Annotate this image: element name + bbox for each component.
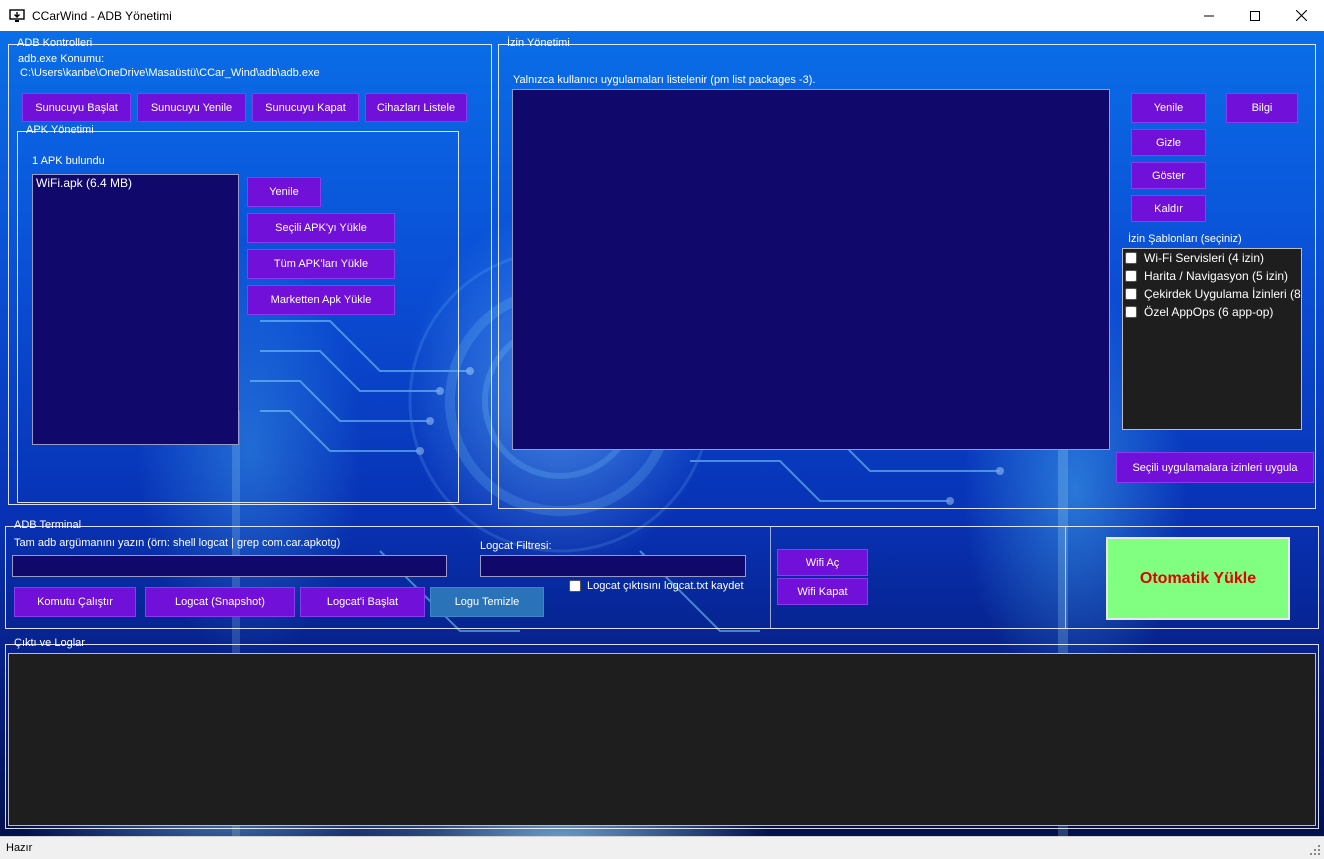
apk-list-item[interactable]: WiFi.apk (6.4 MB) [33, 175, 238, 191]
logcat-filter-input[interactable] [480, 555, 746, 577]
terminal-arg-label: Tam adb argümanını yazın (örn: shell log… [14, 537, 341, 549]
permission-templates-label: İzin Şablonları (seçiniz) [1128, 233, 1242, 245]
app-icon [9, 8, 25, 22]
title-bar: CCarWind - ADB Yönetimi [0, 0, 1324, 31]
logcat-filter-label: Logcat Filtresi: [480, 540, 552, 552]
app-package-list[interactable] [512, 89, 1110, 450]
template-checkbox[interactable] [1125, 306, 1137, 318]
permission-info-text: Yalnızca kullanıcı uygulamaları listelen… [513, 74, 816, 86]
stop-server-button[interactable]: Sunucuyu Kapat [252, 93, 359, 122]
template-checkbox[interactable] [1125, 288, 1137, 300]
apk-management-legend: APK Yönetimi [26, 124, 94, 136]
maximize-button[interactable] [1232, 0, 1278, 31]
wifi-on-button[interactable]: Wifi Aç [777, 549, 868, 576]
maximize-icon [1250, 10, 1260, 21]
status-text: Hazır [6, 842, 33, 854]
window-title: CCarWind - ADB Yönetimi [32, 8, 172, 23]
wifi-off-button[interactable]: Wifi Kapat [777, 578, 868, 605]
save-logcat-label: Logcat çıktısını logcat.txt kaydet [587, 580, 744, 592]
permission-management-legend: İzin Yönetimi [507, 37, 570, 49]
template-item[interactable]: Wi-Fi Servisleri (4 izin) [1123, 249, 1301, 267]
client-area: ADB Kontrolleri adb.exe Konumu: C:\Users… [0, 31, 1324, 836]
minimize-button[interactable] [1186, 0, 1232, 31]
start-server-button[interactable]: Sunucuyu Başlat [22, 93, 131, 122]
remove-app-button[interactable]: Kaldır [1131, 195, 1206, 222]
template-item[interactable]: Özel AppOps (6 app-op) [1123, 303, 1301, 321]
terminal-legend: ADB Terminal [14, 519, 82, 531]
list-devices-button[interactable]: Cihazları Listele [365, 93, 467, 122]
adb-location-value: C:\Users\kanbe\OneDrive\Masaüstü\CCar_Wi… [20, 67, 320, 79]
permission-templates-list[interactable]: Wi-Fi Servisleri (4 izin) Harita / Navig… [1122, 248, 1302, 430]
restart-server-button[interactable]: Sunucuyu Yenile [137, 93, 246, 122]
terminal-separator [770, 527, 771, 628]
logcat-start-button[interactable]: Logcat'i Başlat [300, 587, 425, 617]
show-app-button[interactable]: Göster [1131, 162, 1206, 189]
apk-list[interactable]: WiFi.apk (6.4 MB) [32, 174, 239, 445]
template-checkbox[interactable] [1125, 270, 1137, 282]
template-label: Wi-Fi Servisleri (4 izin) [1144, 251, 1264, 265]
apk-refresh-button[interactable]: Yenile [247, 177, 321, 207]
install-selected-apk-button[interactable]: Seçili APK'yı Yükle [247, 213, 395, 243]
terminal-separator [1065, 527, 1066, 628]
close-icon [1295, 10, 1307, 21]
template-checkbox[interactable] [1125, 252, 1137, 264]
auto-install-button[interactable]: Otomatik Yükle [1106, 537, 1290, 620]
resize-grip-icon[interactable] [1309, 844, 1321, 856]
template-label: Harita / Navigasyon (5 izin) [1144, 269, 1289, 283]
template-item[interactable]: Harita / Navigasyon (5 izin) [1123, 267, 1301, 285]
install-market-apk-button[interactable]: Marketten Apk Yükle [247, 285, 395, 315]
close-button[interactable] [1278, 0, 1324, 31]
adb-controls-legend: ADB Kontrolleri [17, 37, 93, 49]
permission-refresh-button[interactable]: Yenile [1131, 93, 1206, 123]
minimize-icon [1204, 15, 1214, 16]
logcat-snapshot-button[interactable]: Logcat (Snapshot) [145, 587, 295, 617]
adb-location-label: adb.exe Konumu: [18, 53, 105, 65]
terminal-arg-input[interactable] [12, 555, 447, 577]
hide-app-button[interactable]: Gizle [1131, 129, 1206, 156]
template-item[interactable]: Çekirdek Uygulama İzinleri (85 [1123, 285, 1301, 303]
template-label: Özel AppOps (6 app-op) [1144, 305, 1274, 319]
save-logcat-option[interactable]: Logcat çıktısını logcat.txt kaydet [567, 577, 744, 595]
template-label: Çekirdek Uygulama İzinleri (85 [1144, 287, 1302, 301]
permission-info-button[interactable]: Bilgi [1226, 93, 1298, 123]
output-legend: Çıktı ve Loglar [14, 637, 85, 649]
clear-log-button[interactable]: Logu Temizle [430, 587, 544, 617]
apk-count-label: 1 APK bulundu [32, 155, 105, 167]
status-bar: Hazır [0, 836, 1324, 859]
install-all-apk-button[interactable]: Tüm APK'ları Yükle [247, 249, 395, 279]
output-log-box[interactable] [8, 653, 1316, 826]
apply-permissions-button[interactable]: Seçili uygulamalara izinleri uygula [1116, 452, 1314, 483]
save-logcat-checkbox[interactable] [569, 580, 581, 592]
run-command-button[interactable]: Komutu Çalıştır [14, 587, 136, 617]
